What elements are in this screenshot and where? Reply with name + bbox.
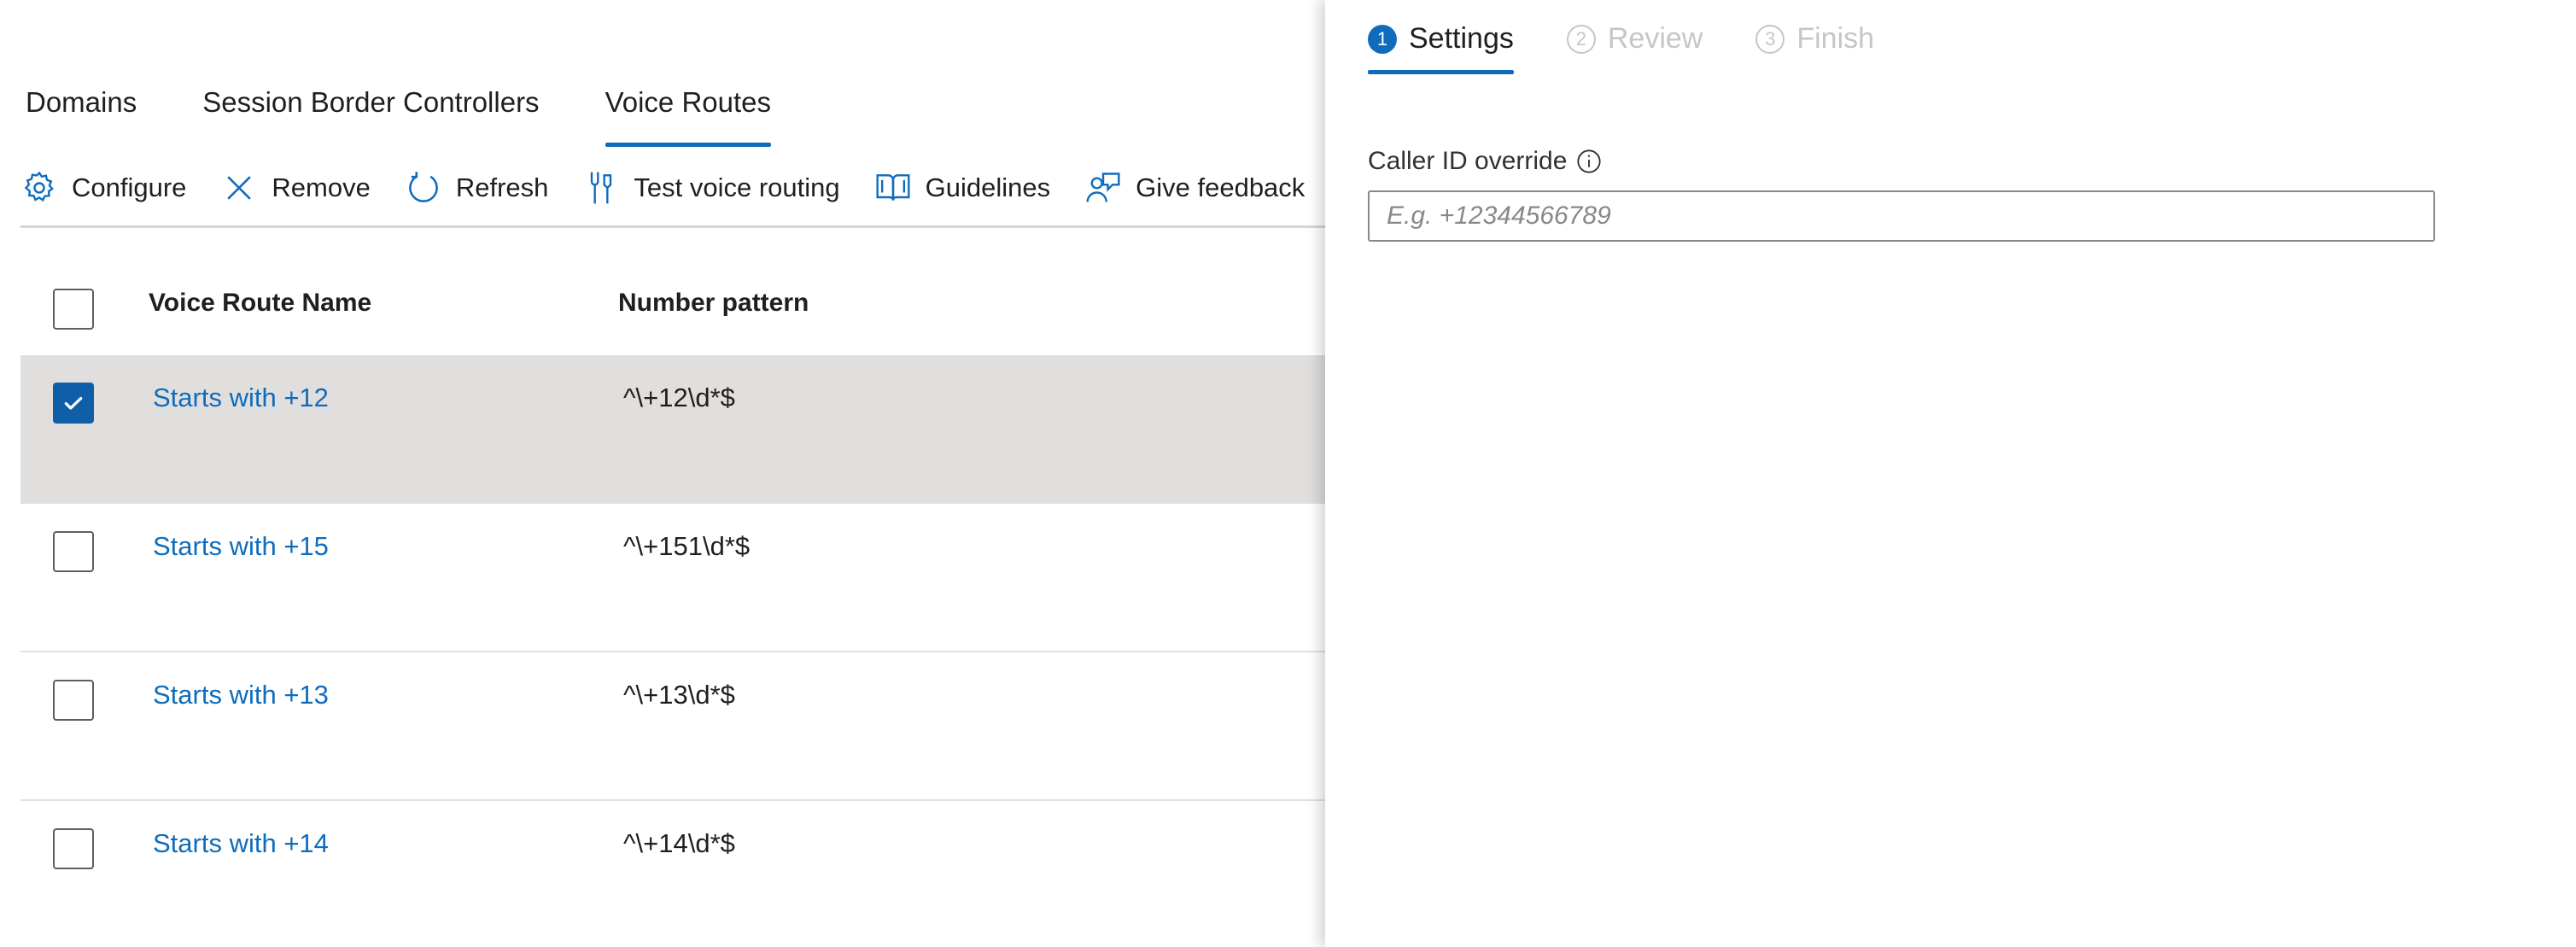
toolbar-divider	[20, 225, 1325, 228]
checkmark-icon	[64, 396, 83, 410]
close-icon	[227, 176, 252, 200]
step-number: 2	[1566, 24, 1596, 54]
info-icon[interactable]	[1575, 148, 1603, 175]
refresh-icon	[409, 172, 438, 202]
step-review[interactable]: 2 Review	[1566, 22, 1703, 56]
step-label: Settings	[1409, 22, 1514, 55]
table-row[interactable]: Starts with +13 ^\+13\d*$	[20, 652, 1325, 801]
test-voice-routing-button[interactable]: Test voice routing	[582, 169, 840, 207]
give-feedback-button[interactable]: Give feedback	[1084, 169, 1305, 207]
row-checkbox[interactable]	[53, 383, 94, 424]
column-header-number-pattern[interactable]: Number pattern	[618, 289, 809, 318]
step-settings[interactable]: 1 Settings	[1368, 22, 1514, 74]
book-icon	[876, 174, 910, 201]
row-checkbox[interactable]	[53, 531, 94, 572]
tab-voice-routes[interactable]: Voice Routes	[605, 80, 772, 147]
step-label: Review	[1607, 22, 1703, 55]
row-checkbox[interactable]	[53, 828, 94, 869]
step-number: 3	[1755, 24, 1785, 54]
refresh-button[interactable]: Refresh	[405, 169, 549, 207]
configure-button[interactable]: Configure	[20, 169, 186, 207]
tab-domains[interactable]: Domains	[26, 80, 137, 142]
table-row[interactable]: Starts with +14 ^\+14\d*$	[20, 801, 1325, 947]
number-pattern: ^\+13\d*$	[623, 680, 735, 710]
tab-bar: Domains Session Border Controllers Voice…	[26, 80, 837, 147]
voice-routes-page: Domains Session Border Controllers Voice…	[0, 0, 1325, 947]
table-row[interactable]: Starts with +15 ^\+151\d*$	[20, 504, 1325, 652]
configure-voice-route-panel: 1 Settings 2 Review 3 Finish Caller ID o…	[1325, 0, 2576, 947]
wizard-steps: 1 Settings 2 Review 3 Finish	[1368, 22, 1927, 74]
command-bar: Configure Remove Refresh Test voice rout…	[20, 162, 1325, 213]
feedback-icon	[1086, 172, 1120, 202]
guidelines-button[interactable]: Guidelines	[874, 169, 1050, 207]
number-pattern: ^\+12\d*$	[623, 383, 735, 412]
voice-route-name-link[interactable]: Starts with +15	[153, 531, 329, 562]
caller-id-override-label: Caller ID override	[1368, 147, 1603, 176]
voice-route-name-link[interactable]: Starts with +14	[153, 828, 329, 859]
voice-route-name-link[interactable]: Starts with +13	[153, 680, 329, 710]
remove-label: Remove	[272, 172, 371, 202]
configure-label: Configure	[72, 172, 187, 202]
tab-session-border-controllers[interactable]: Session Border Controllers	[202, 80, 539, 142]
step-finish[interactable]: 3 Finish	[1755, 22, 1874, 56]
refresh-label: Refresh	[455, 172, 549, 202]
tools-icon	[591, 172, 612, 204]
give-feedback-label: Give feedback	[1136, 172, 1306, 202]
caller-id-override-input[interactable]	[1368, 190, 2435, 242]
voice-route-name-link[interactable]: Starts with +12	[153, 383, 329, 413]
test-voice-routing-label: Test voice routing	[634, 172, 840, 202]
row-checkbox[interactable]	[53, 680, 94, 721]
step-label: Finish	[1796, 22, 1875, 55]
number-pattern: ^\+151\d*$	[623, 531, 751, 561]
number-pattern: ^\+14\d*$	[623, 828, 735, 858]
select-all-checkbox[interactable]	[53, 289, 94, 330]
column-header-voice-route-name[interactable]: Voice Route Name	[149, 289, 371, 318]
guidelines-label: Guidelines	[925, 172, 1051, 202]
remove-button[interactable]: Remove	[220, 169, 371, 207]
caller-id-label-text: Caller ID override	[1368, 147, 1568, 175]
table-row[interactable]: Starts with +12 ^\+12\d*$	[20, 355, 1325, 504]
step-number: 1	[1368, 24, 1397, 54]
gear-icon	[24, 171, 54, 202]
